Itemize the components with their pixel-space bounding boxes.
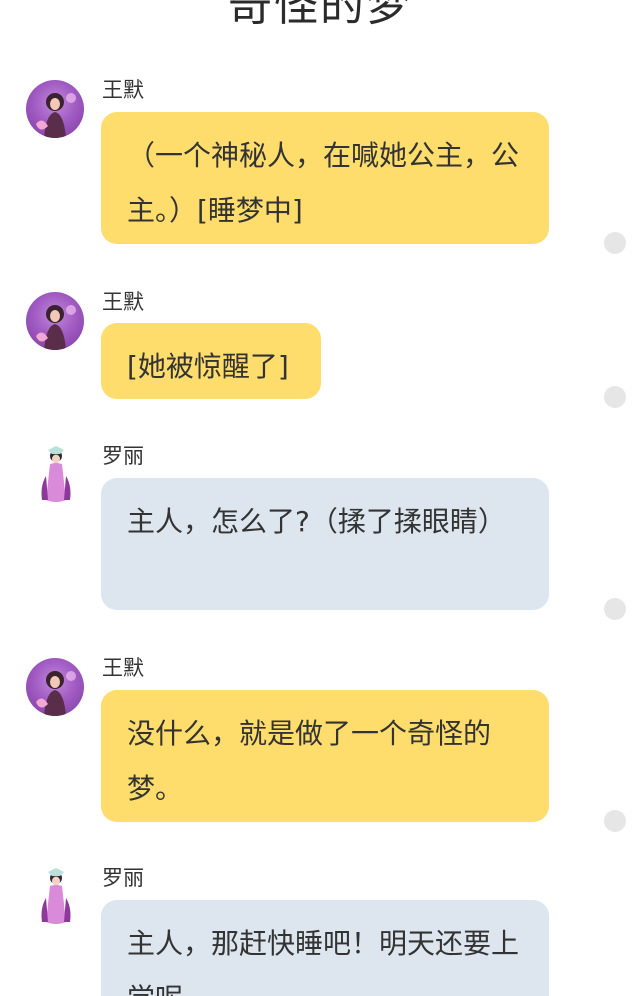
chat-page: 奇怪的梦 王默 （一个神秘人，在喊她公主，公主。）[睡梦中] 王默 [她被惊醒了…	[0, 0, 640, 996]
wang-mo-avatar[interactable]	[26, 658, 84, 716]
sender-name: 罗丽	[102, 444, 144, 468]
page-title: 奇怪的梦	[228, 0, 412, 31]
sender-name: 罗丽	[102, 866, 144, 890]
sender-name: 王默	[102, 290, 144, 314]
status-dot	[604, 386, 626, 408]
wang-mo-avatar[interactable]	[26, 292, 84, 350]
message-bubble[interactable]: （一个神秘人，在喊她公主，公主。）[睡梦中]	[101, 112, 549, 244]
message-bubble[interactable]: 主人，怎么了?（揉了揉眼睛）	[101, 478, 549, 610]
luo-li-avatar[interactable]	[26, 868, 84, 926]
message-bubble[interactable]: 主人，那赶快睡吧！明天还要上学呢	[101, 900, 549, 996]
luo-li-avatar[interactable]	[26, 446, 84, 504]
message-bubble[interactable]: 没什么，就是做了一个奇怪的梦。	[101, 690, 549, 822]
wang-mo-avatar[interactable]	[26, 80, 84, 138]
message-bubble[interactable]: [她被惊醒了]	[101, 323, 321, 399]
status-dot	[604, 598, 626, 620]
status-dot	[604, 232, 626, 254]
sender-name: 王默	[102, 78, 144, 102]
status-dot	[604, 810, 626, 832]
sender-name: 王默	[102, 656, 144, 680]
